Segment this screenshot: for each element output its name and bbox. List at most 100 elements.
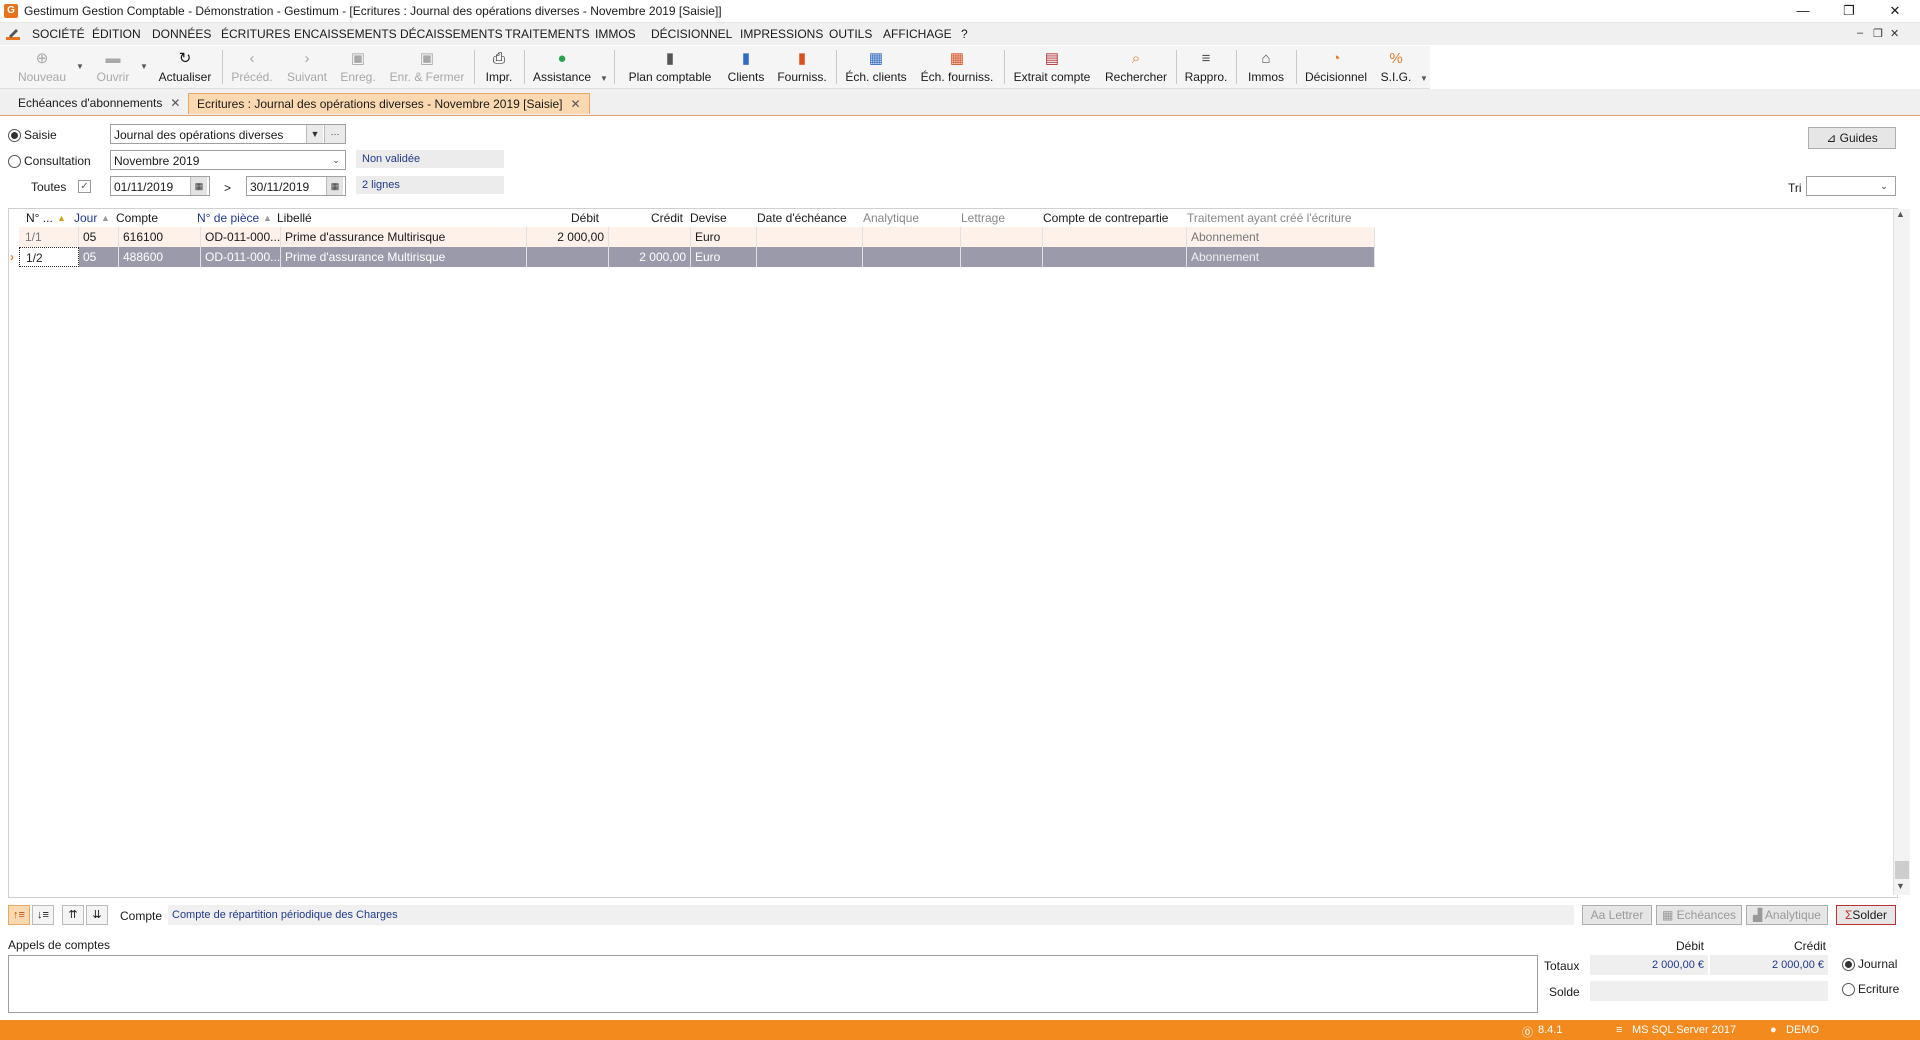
analytique-button[interactable]: ▟ Analytique (1746, 905, 1828, 925)
col-header-analytique[interactable]: Analytique (863, 209, 919, 227)
assistance-dropdown-icon[interactable]: ▼ (600, 74, 608, 83)
insert-line-below-icon[interactable]: ↓≡ (32, 905, 54, 925)
cell-jour[interactable]: 05 (79, 247, 119, 267)
close-window-button[interactable]: ✕ (1872, 0, 1918, 22)
ech-fourniss-button[interactable]: ▦ Éch. fourniss. (916, 46, 998, 88)
preced-button[interactable]: ‹ Précéd. (226, 46, 278, 88)
table-row-selected[interactable]: 1/2 05 488600 OD-011-000... Prime d'assu… (19, 247, 1375, 267)
cell-credit[interactable]: 2 000,00 (609, 247, 691, 267)
tab-ecritures-journal[interactable]: Ecritures : Journal des opérations diver… (188, 93, 590, 114)
clients-button[interactable]: ▮ Clients (722, 46, 770, 88)
cell-echeance[interactable] (757, 227, 863, 247)
immos-button[interactable]: ⌂ Immos (1240, 46, 1292, 88)
plan-comptable-button[interactable]: ▮ Plan comptable (624, 46, 716, 88)
col-header-libelle[interactable]: Libellé (277, 209, 312, 227)
solder-button[interactable]: ΣSolder (1836, 905, 1896, 925)
cell-libelle[interactable]: Prime d'assurance Multirisque (281, 227, 527, 247)
cell-devise[interactable]: Euro (691, 227, 757, 247)
menu-decaissements[interactable]: DÉCAISSEMENTS (400, 27, 503, 41)
toolbar-overflow-icon[interactable]: ▼ (1420, 74, 1428, 83)
calendar-icon[interactable]: ▦ (326, 177, 343, 195)
ech-clients-button[interactable]: ▦ Éch. clients (842, 46, 910, 88)
toutes-checkbox[interactable]: ✓ (78, 180, 91, 193)
col-header-compte[interactable]: Compte (116, 209, 158, 227)
menu-donnees[interactable]: DONNÉES (152, 27, 211, 41)
grid-scrollbar[interactable]: ▲ ▼ (1893, 209, 1910, 895)
col-header-devise[interactable]: Devise (690, 209, 727, 227)
cell-debit[interactable] (527, 247, 609, 267)
restore-button[interactable]: ❐ (1826, 0, 1872, 22)
col-header-contrepartie[interactable]: Compte de contrepartie (1043, 209, 1168, 227)
cell-compte[interactable]: 488600 (119, 247, 201, 267)
col-header-num[interactable]: N° ... (26, 209, 53, 227)
cell-jour[interactable]: 05 (79, 227, 119, 247)
extrait-compte-button[interactable]: ▤ Extrait compte (1008, 46, 1096, 88)
cell-analytique[interactable] (863, 227, 961, 247)
cell-libelle[interactable]: Prime d'assurance Multirisque (281, 247, 527, 267)
cell-analytique[interactable] (863, 247, 961, 267)
cell-lettrage[interactable] (961, 227, 1043, 247)
mdi-minimize-button[interactable]: – (1857, 27, 1863, 39)
period-dropdown-icon[interactable]: ⌄ (328, 151, 344, 169)
journal-dropdown-icon[interactable]: ▼ (306, 125, 323, 143)
menu-immos[interactable]: IMMOS (595, 27, 636, 41)
menu-encaissements[interactable]: ENCAISSEMENTS (294, 27, 397, 41)
consultation-radio[interactable] (8, 155, 21, 168)
insert-line-above-icon[interactable]: ↑≡ (8, 905, 30, 925)
decisionnel-button[interactable]: ◔ Décisionnel (1300, 46, 1372, 88)
menu-ecritures[interactable]: ÉCRITURES (221, 27, 290, 41)
cell-piece[interactable]: OD-011-000... (201, 227, 281, 247)
cell-debit[interactable]: 2 000,00 (527, 227, 609, 247)
journal-more-button[interactable]: ··· (324, 125, 345, 143)
actualiser-button[interactable]: ↻ Actualiser (154, 46, 216, 88)
close-tab-icon[interactable]: ✕ (170, 96, 180, 110)
col-header-echeance[interactable]: Date d'échéance (757, 209, 847, 227)
menu-societe[interactable]: SOCIÉTÉ (32, 27, 85, 41)
cell-lettrage[interactable] (961, 247, 1043, 267)
col-header-piece[interactable]: N° de pièce (197, 209, 259, 227)
suivant-button[interactable]: › Suivant (282, 46, 332, 88)
lettrer-button[interactable]: Aa Lettrer (1582, 905, 1652, 925)
cell-num[interactable]: 1/1 (19, 227, 79, 247)
menu-help[interactable]: ? (961, 27, 968, 41)
menu-edition[interactable]: ÉDITION (92, 27, 141, 41)
cell-devise[interactable]: Euro (691, 247, 757, 267)
col-header-credit[interactable]: Crédit (651, 209, 683, 227)
cell-credit[interactable] (609, 227, 691, 247)
impr-button[interactable]: ⎙ Impr. (478, 46, 520, 88)
close-tab-icon[interactable]: ✕ (571, 97, 581, 111)
cell-contrepartie[interactable] (1043, 247, 1187, 267)
rappro-button[interactable]: ≡ Rappro. (1180, 46, 1232, 88)
appels-comptes-area[interactable] (8, 955, 1538, 1013)
saisie-radio[interactable] (8, 129, 21, 142)
nouveau-dropdown-icon[interactable]: ▼ (76, 62, 84, 71)
minimize-button[interactable]: — (1780, 0, 1826, 22)
scroll-down-icon[interactable]: ▼ (1896, 881, 1905, 891)
cell-traitement[interactable]: Abonnement (1187, 227, 1375, 247)
echeances-button[interactable]: ▦ Echéances (1656, 905, 1742, 925)
tab-echeances-abonnements[interactable]: Echéances d'abonnements ✕ (10, 93, 188, 113)
cell-contrepartie[interactable] (1043, 227, 1187, 247)
calendar-icon[interactable]: ▦ (190, 177, 207, 195)
col-header-jour[interactable]: Jour (74, 209, 97, 227)
fourniss-button[interactable]: ▮ Fourniss. (774, 46, 830, 88)
period-select[interactable]: Novembre 2019 (110, 150, 346, 170)
ouvrir-button[interactable]: ▬ Ouvrir (88, 46, 138, 88)
menu-outils[interactable]: OUTILS (829, 27, 872, 41)
move-line-down-icon[interactable]: ⇊ (86, 905, 108, 925)
assistance-button[interactable]: ● Assistance (528, 46, 596, 88)
ecriture-radio[interactable] (1842, 983, 1855, 996)
nouveau-button[interactable]: ⊕ Nouveau (12, 46, 72, 88)
menu-decisionnel[interactable]: DÉCISIONNEL (651, 27, 732, 41)
sig-button[interactable]: % S.I.G. (1376, 46, 1416, 88)
cell-echeance[interactable] (757, 247, 863, 267)
mdi-close-button[interactable]: ✕ (1890, 27, 1899, 40)
cell-traitement[interactable]: Abonnement (1187, 247, 1375, 267)
ouvrir-dropdown-icon[interactable]: ▼ (140, 62, 148, 71)
col-header-debit[interactable]: Débit (571, 209, 599, 227)
menu-affichage[interactable]: AFFICHAGE (883, 27, 952, 41)
col-header-traitement[interactable]: Traitement ayant créé l'écriture (1187, 209, 1352, 227)
scroll-up-icon[interactable]: ▲ (1896, 209, 1905, 219)
journal-radio[interactable] (1842, 958, 1855, 971)
cell-num[interactable]: 1/2 (19, 247, 79, 267)
